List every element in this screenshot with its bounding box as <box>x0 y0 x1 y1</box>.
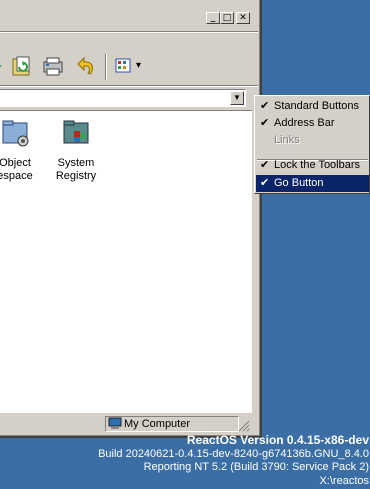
desktop-version-info: ReactOS Version 0.4.15-x86-dev Build 202… <box>98 433 369 488</box>
status-location-label: My Computer <box>124 418 191 430</box>
check-icon: ✔ <box>260 100 270 112</box>
address-dropdown-button[interactable]: ▼ <box>230 91 244 105</box>
views-icon[interactable] <box>113 54 137 78</box>
check-icon: ✔ <box>260 177 270 189</box>
menu-item-standard-buttons[interactable]: ✔ Standard Buttons <box>256 98 369 115</box>
toolbar-separator <box>105 54 107 80</box>
system-registry-label-2: Registry <box>55 170 97 182</box>
menu-item-go-button[interactable]: ✔ Go Button <box>256 175 369 192</box>
menu-item-standard-buttons-label: Standard Buttons <box>274 100 360 112</box>
menu-item-lock-toolbars-label: Lock the Toolbars <box>274 159 361 171</box>
standard-toolbar: ▾ <box>0 48 252 88</box>
close-button[interactable]: ✕ <box>236 12 250 24</box>
system-registry-label-1: System <box>57 157 95 169</box>
menu-item-links[interactable]: Links <box>256 132 369 149</box>
views-dropdown-chevron-icon[interactable]: ▾ <box>136 60 141 71</box>
status-bar: My Computer <box>0 414 252 434</box>
menu-item-address-bar-label: Address Bar <box>274 117 335 129</box>
forward-arrow-icon[interactable] <box>0 54 4 78</box>
version-line-2: Build 20240621-0.4.15-dev-8240-g674136b.… <box>98 447 369 460</box>
menu-item-go-button-label: Go Button <box>274 177 324 189</box>
explorer-window: _ □ ✕ ▾ ▼ Object espace System Registry … <box>0 0 262 438</box>
title-bar: _ □ ✕ <box>0 0 258 24</box>
undo-icon[interactable] <box>74 54 98 78</box>
menu-item-lock-toolbars[interactable]: ✔ Lock the Toolbars <box>256 157 369 174</box>
menu-separator <box>0 31 258 33</box>
resize-grip-icon[interactable] <box>238 420 250 432</box>
minimize-button[interactable]: _ <box>206 12 220 24</box>
system-registry-icon <box>63 120 89 144</box>
file-view[interactable]: Object espace System Registry <box>0 110 252 413</box>
menu-item-links-label: Links <box>274 134 300 146</box>
version-line-3: Reporting NT 5.2 (Build 3790: Service Pa… <box>143 461 369 473</box>
address-field[interactable]: ▼ <box>0 89 246 107</box>
check-icon: ✔ <box>260 159 270 171</box>
system-registry-item[interactable]: System Registry <box>41 119 111 183</box>
computer-icon <box>108 417 122 434</box>
check-icon: ✔ <box>260 117 270 129</box>
menu-item-address-bar[interactable]: ✔ Address Bar <box>256 115 369 132</box>
version-line-4: X:\reactos <box>319 474 369 487</box>
version-line-1: ReactOS Version 0.4.15-x86-dev <box>186 433 369 447</box>
toolbars-context-menu: ✔ Standard Buttons ✔ Address Bar Links ✔… <box>254 95 370 194</box>
print-icon[interactable] <box>41 54 65 78</box>
status-location: My Computer <box>105 416 239 432</box>
object-namespace-icon <box>2 120 29 147</box>
maximize-button[interactable]: □ <box>220 12 234 24</box>
toolbar-separator-line <box>0 85 258 87</box>
folder-up-icon[interactable] <box>10 54 34 78</box>
